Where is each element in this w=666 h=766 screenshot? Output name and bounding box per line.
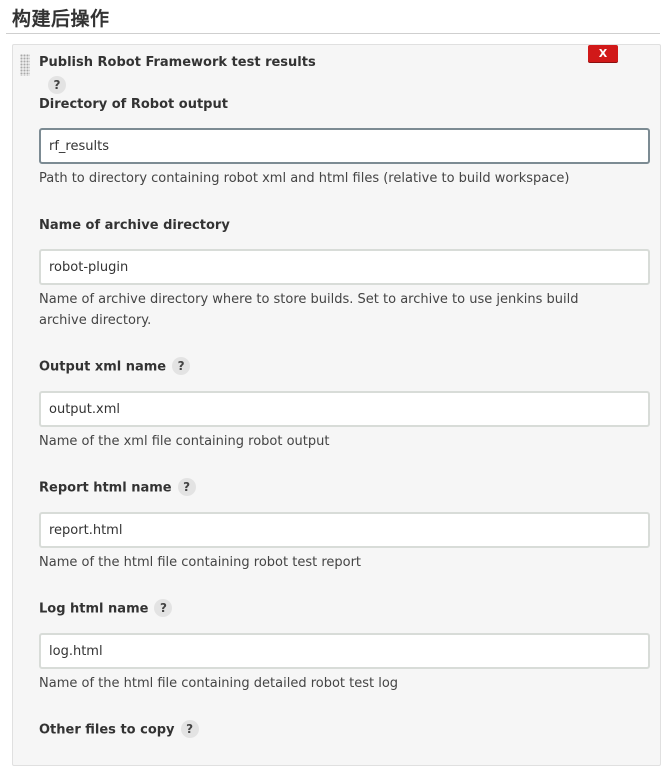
- drag-handle-icon[interactable]: [20, 54, 30, 76]
- other-files-help-icon[interactable]: ?: [180, 720, 199, 738]
- publish-robot-results-panel: Publish Robot Framework test results ? X…: [12, 44, 661, 766]
- other-files-label: Other files to copy?: [39, 720, 199, 738]
- report-html-label: Report html name?: [39, 478, 196, 496]
- delete-step-button[interactable]: X: [588, 45, 618, 62]
- output-xml-help-icon[interactable]: ?: [172, 357, 191, 375]
- section-divider: [6, 33, 660, 34]
- robot-output-dir-label: Directory of Robot output: [39, 97, 228, 112]
- report-html-input[interactable]: [39, 512, 650, 548]
- log-html-description: Name of the html file containing detaile…: [39, 676, 399, 691]
- report-html-description: Name of the html file containing robot t…: [39, 555, 362, 570]
- section-title: 构建后操作: [12, 8, 110, 30]
- archive-dir-label: Name of archive directory: [39, 218, 230, 233]
- log-html-label: Log html name?: [39, 599, 173, 617]
- robot-output-dir-input[interactable]: [39, 128, 650, 164]
- output-xml-input[interactable]: [39, 391, 650, 427]
- output-xml-description: Name of the xml file containing robot ou…: [39, 434, 330, 449]
- archive-dir-description: Name of archive directory where to store…: [39, 292, 579, 328]
- archive-dir-input[interactable]: [39, 249, 650, 285]
- output-xml-label: Output xml name?: [39, 357, 191, 375]
- robot-output-dir-description: Path to directory containing robot xml a…: [39, 171, 570, 186]
- report-html-help-icon[interactable]: ?: [177, 478, 196, 496]
- log-html-input[interactable]: [39, 633, 650, 669]
- panel-help-icon[interactable]: ?: [48, 76, 66, 94]
- panel-title: Publish Robot Framework test results: [39, 55, 316, 70]
- log-html-help-icon[interactable]: ?: [154, 599, 173, 617]
